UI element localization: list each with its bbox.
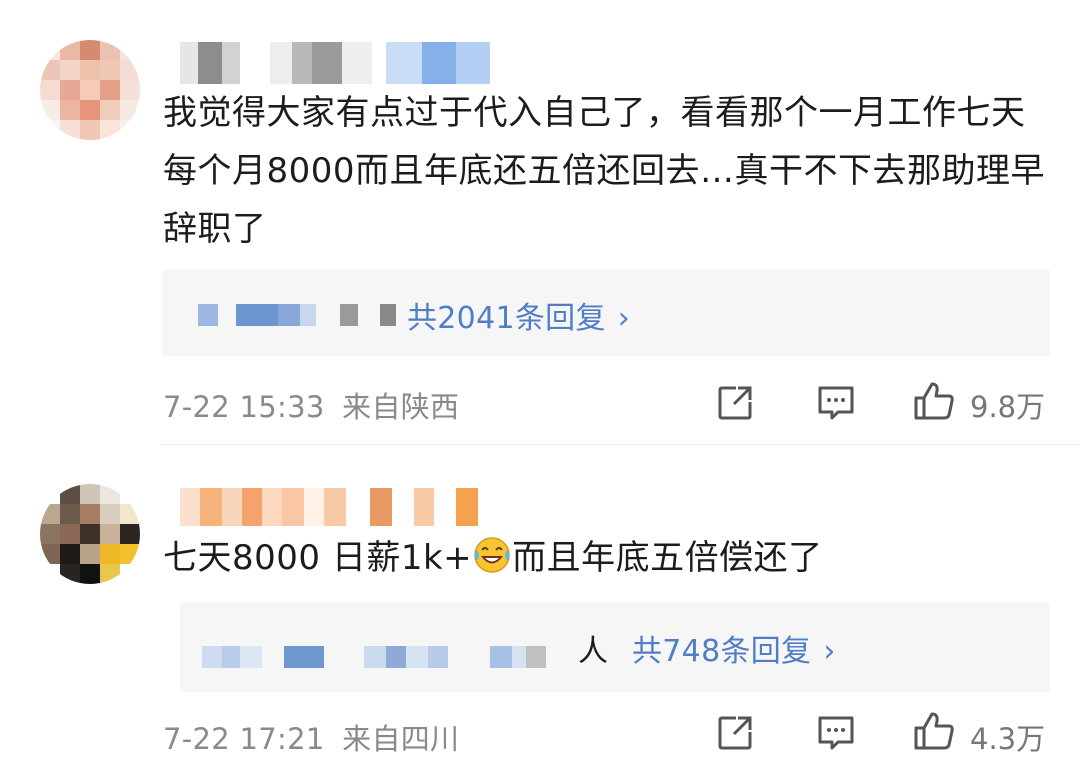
timestamp: 7-22 15:33 [163,390,325,424]
replies-preview[interactable]: 共2041条回复 › [162,270,1050,356]
comment-text-part: 七天8000 日薪1k+ [163,538,473,578]
like-button[interactable] [912,380,956,422]
timestamp: 7-22 17:21 [163,722,325,756]
reply-users-blurred [202,646,546,668]
comment-icon [818,716,854,750]
comment-text-part: 而且年底五倍偿还了 [512,538,823,578]
replies-preview[interactable]: 人 共748条回复 › [180,602,1050,692]
chevron-right-icon: › [617,301,631,336]
share-icon [718,386,752,420]
location: 来自陕西 [342,390,460,424]
reply-user-suffix: 人 [578,634,609,669]
username-blurred[interactable] [180,488,478,526]
comment-text: 我觉得大家有点过于代入自己了，看看那个一月工作七天每个月8000而且年底还五倍还… [163,93,1046,249]
reply-users-blurred [198,304,396,326]
avatar[interactable] [40,484,140,584]
share-icon [718,716,752,750]
like-count: 9.8万 [970,390,1046,424]
divider [160,444,1080,445]
replies-count: 共2041条回复 [407,301,606,336]
comment-icon [818,386,854,420]
avatar[interactable] [40,40,140,140]
view-replies-link[interactable]: 共748条回复 › [632,626,836,670]
comment-text: 七天8000 日薪1k+ 而且年底五倍偿还了 [163,529,1050,587]
comment-item: 我觉得大家有点过于代入自己了，看看那个一月工作七天每个月8000而且年底还五倍还… [0,0,1080,445]
thumbs-up-icon [914,712,954,750]
comment-meta: 7-22 17:21 来自四川 [163,716,459,758]
location: 来自四川 [342,722,460,756]
comment-meta: 7-22 15:33 来自陕西 [163,384,459,426]
comment-button[interactable] [816,384,856,422]
like-button[interactable] [912,710,956,752]
replies-count: 共748条回复 [632,634,812,669]
username-blurred[interactable] [180,42,490,84]
view-replies-link[interactable]: 共2041条回复 › [407,293,630,337]
share-button[interactable] [716,384,754,422]
chevron-right-icon: › [823,634,836,669]
share-button[interactable] [716,714,754,752]
thumbs-up-icon [914,382,954,420]
comment-button[interactable] [816,714,856,752]
laughing-tears-emoji [474,537,510,573]
comment-item: 七天8000 日薪1k+ 而且年底五倍偿还了 人 共748条回复 › 7-22 … [0,446,1080,771]
like-count: 4.3万 [970,722,1046,756]
